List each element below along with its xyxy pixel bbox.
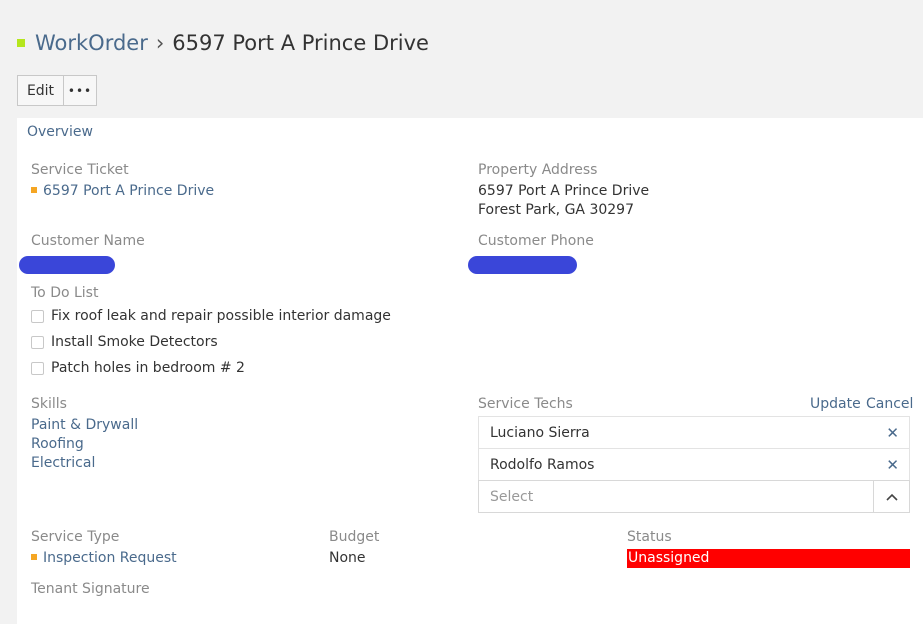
overview-panel: Overview Service Ticket 6597 Port A Prin… bbox=[17, 118, 923, 624]
remove-tech-icon[interactable]: ✕ bbox=[886, 456, 899, 474]
tech-select-placeholder[interactable]: Select bbox=[479, 481, 873, 512]
cancel-button[interactable]: Cancel bbox=[866, 396, 913, 412]
skill-link[interactable]: Paint & Drywall bbox=[31, 417, 138, 433]
customer-name-redaction bbox=[19, 256, 115, 274]
todo-item-label: Patch holes in bedroom # 2 bbox=[51, 360, 245, 376]
tenant-signature-label: Tenant Signature bbox=[31, 581, 150, 597]
edit-button[interactable]: Edit bbox=[17, 75, 64, 106]
todo-checkbox[interactable] bbox=[31, 335, 44, 349]
budget-label: Budget bbox=[329, 529, 380, 545]
toolbar: Edit ••• bbox=[17, 75, 97, 106]
customer-name-label: Customer Name bbox=[31, 233, 145, 249]
tech-name: Rodolfo Ramos bbox=[490, 456, 595, 473]
status-label: Status bbox=[627, 529, 672, 545]
skill-link[interactable]: Roofing bbox=[31, 436, 84, 452]
more-options-button[interactable]: ••• bbox=[64, 75, 97, 106]
service-type-marker-icon bbox=[31, 554, 37, 560]
breadcrumb-workorder-link[interactable]: WorkOrder bbox=[35, 31, 148, 55]
todo-checkbox[interactable] bbox=[31, 309, 44, 323]
skill-link[interactable]: Electrical bbox=[31, 455, 95, 471]
breadcrumb: WorkOrder › 6597 Port A Prince Drive bbox=[17, 28, 429, 58]
todo-item-label: Fix roof leak and repair possible interi… bbox=[51, 308, 391, 324]
customer-phone-label: Customer Phone bbox=[478, 233, 594, 249]
breadcrumb-separator: › bbox=[155, 31, 165, 55]
todo-list-label: To Do List bbox=[31, 285, 99, 301]
service-techs-label: Service Techs bbox=[478, 396, 573, 412]
property-address-line1: 6597 Port A Prince Drive bbox=[478, 183, 650, 199]
tech-select-dropdown[interactable]: Select bbox=[478, 480, 910, 513]
todo-item-label: Install Smoke Detectors bbox=[51, 334, 218, 350]
property-address-line2: Forest Park, GA 30297 bbox=[478, 202, 634, 218]
ticket-marker-icon bbox=[31, 187, 37, 193]
tab-overview[interactable]: Overview bbox=[27, 124, 93, 140]
todo-item[interactable]: Install Smoke Detectors bbox=[31, 334, 218, 350]
service-ticket-label: Service Ticket bbox=[31, 162, 129, 178]
tech-name: Luciano Sierra bbox=[490, 424, 590, 441]
service-techs-list: Luciano Sierra ✕ Rodolfo Ramos ✕ Select bbox=[478, 416, 910, 513]
service-ticket-link[interactable]: 6597 Port A Prince Drive bbox=[31, 183, 214, 199]
customer-phone-redaction bbox=[468, 256, 577, 274]
service-type-value: Inspection Request bbox=[43, 550, 177, 566]
page-title: 6597 Port A Prince Drive bbox=[172, 31, 429, 55]
todo-item[interactable]: Fix roof leak and repair possible interi… bbox=[31, 308, 391, 324]
chevron-up-icon[interactable] bbox=[873, 481, 909, 512]
tech-row: Rodolfo Ramos ✕ bbox=[478, 448, 910, 480]
todo-checkbox[interactable] bbox=[31, 361, 44, 375]
todo-item[interactable]: Patch holes in bedroom # 2 bbox=[31, 360, 245, 376]
update-button[interactable]: Update bbox=[810, 396, 861, 412]
tech-row: Luciano Sierra ✕ bbox=[478, 416, 910, 448]
service-type-label: Service Type bbox=[31, 529, 120, 545]
workorder-marker-icon bbox=[17, 39, 25, 47]
skills-label: Skills bbox=[31, 396, 67, 412]
service-type-link[interactable]: Inspection Request bbox=[31, 550, 177, 566]
status-badge: Unassigned bbox=[627, 549, 910, 568]
service-ticket-value: 6597 Port A Prince Drive bbox=[43, 183, 215, 199]
budget-value: None bbox=[329, 550, 366, 566]
property-address-label: Property Address bbox=[478, 162, 598, 178]
remove-tech-icon[interactable]: ✕ bbox=[886, 424, 899, 442]
